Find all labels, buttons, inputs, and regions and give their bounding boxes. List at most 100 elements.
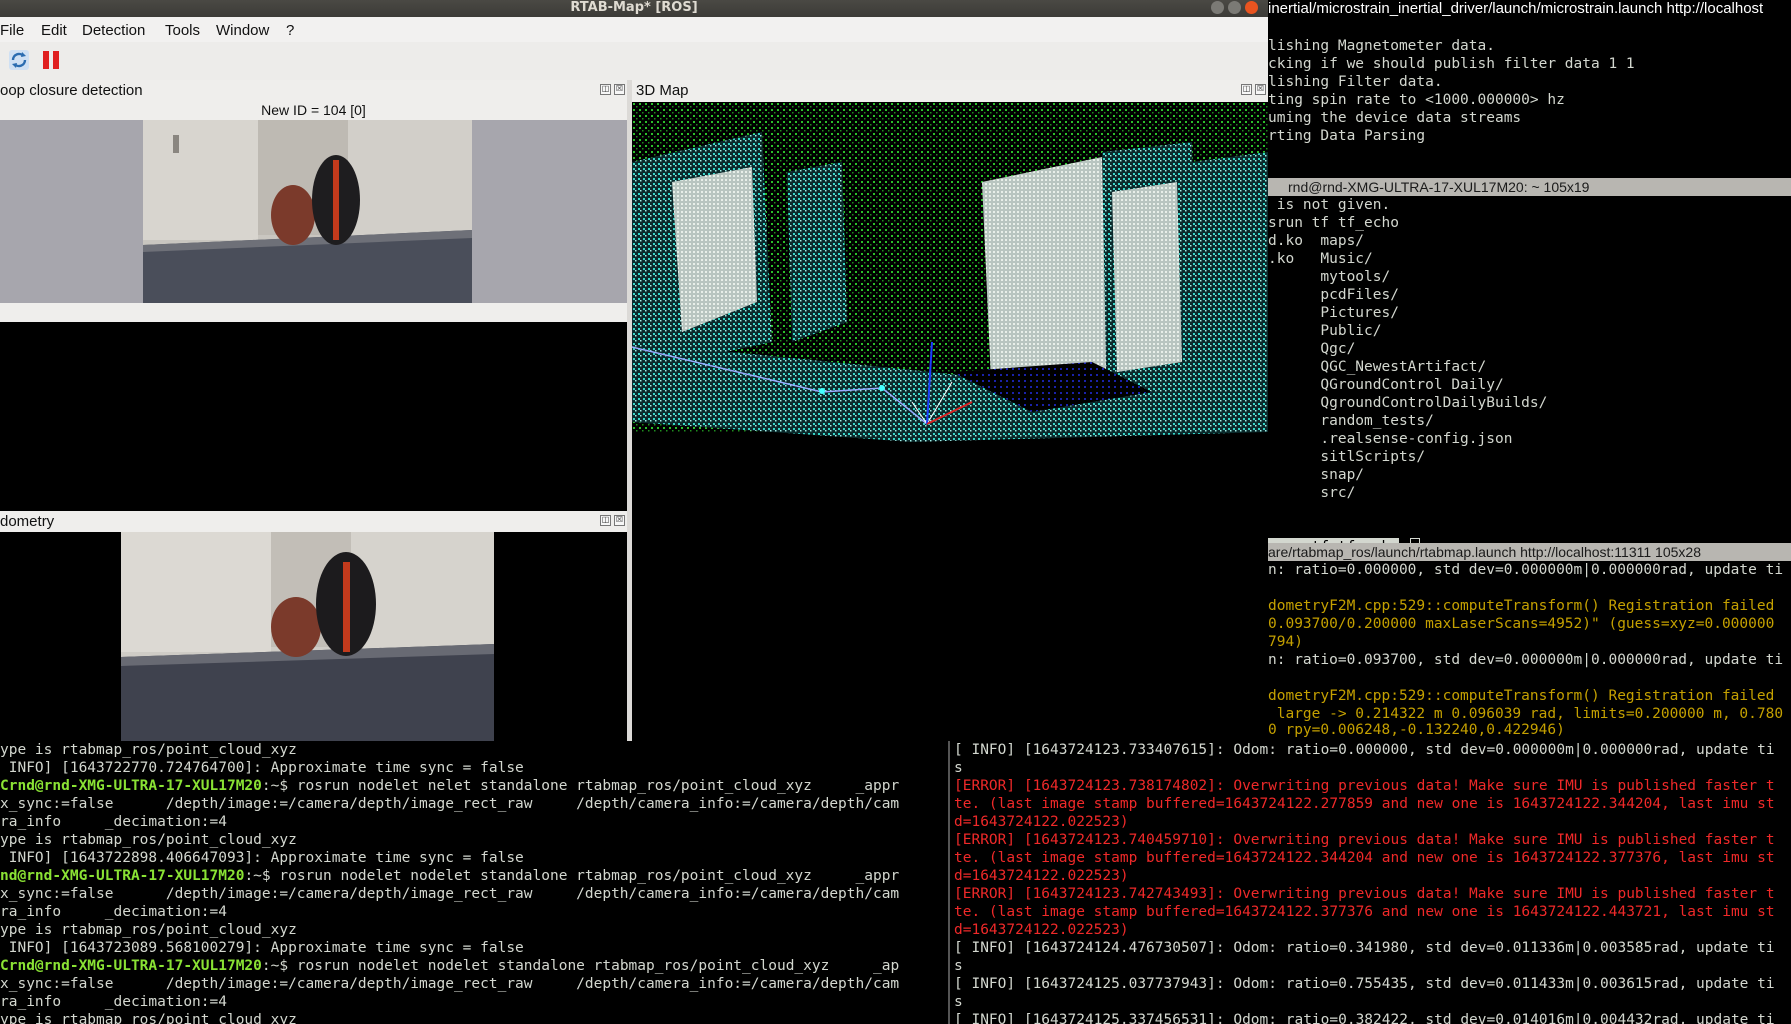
terminal-line: srun tf tf_echo bbox=[1268, 215, 1399, 231]
terminal-line: uming the device data streams bbox=[1268, 110, 1522, 126]
loop-closure-title: oop closure detection bbox=[0, 82, 143, 99]
terminal-line: ype is rtabmap_ros/point_cloud_xyz bbox=[0, 922, 297, 938]
terminal-output-lower: [ INFO] [1643724123.733407615]: Odom: ra… bbox=[948, 741, 1791, 1024]
terminal-line: x_sync:=false /depth/image:=/camera/dept… bbox=[0, 886, 900, 902]
terminal-line: INFO] [1643722898.406647093]: Approximat… bbox=[0, 850, 524, 866]
terminal-line: d=1643724122.022523) bbox=[954, 814, 1129, 830]
terminal-line: [ERROR] [1643724123.738174802]: Overwrit… bbox=[954, 778, 1775, 794]
close-icon[interactable] bbox=[1245, 1, 1258, 14]
terminal-line: n: ratio=0.000000, std dev=0.000000m|0.0… bbox=[1268, 562, 1784, 578]
terminal-title: rnd@rnd-XMG-ULTRA-17-XUL17M20: ~ 105x19 bbox=[1268, 178, 1791, 196]
terminal-line: .realsense-config.json bbox=[1268, 431, 1513, 447]
terminal-line: ting spin rate to <1000.000000> hz bbox=[1268, 92, 1565, 108]
terminal-line: ra_info _decimation:=4 bbox=[0, 994, 227, 1010]
terminal-line: INFO] [1643723089.568100279]: Approximat… bbox=[0, 940, 524, 956]
terminal-line: 0.093700/0.200000 maxLaserScans=4952)" (… bbox=[1268, 616, 1775, 632]
terminal-line: rting Data Parsing bbox=[1268, 128, 1426, 144]
menu-detection[interactable]: Detection bbox=[82, 22, 145, 39]
terminal-line: dometryF2M.cpp:529::computeTransform() R… bbox=[1268, 598, 1775, 614]
terminal-line: snap/ bbox=[1268, 467, 1365, 483]
menu-edit[interactable]: Edit bbox=[41, 22, 67, 39]
rtab-window-titlebar[interactable]: RTAB-Map* [ROS] bbox=[0, 0, 1268, 17]
loop-closure-dock-header: oop closure detection ◫ ☒ bbox=[0, 80, 627, 104]
terminal-home[interactable]: rnd@rnd-XMG-ULTRA-17-XUL17M20: ~ 105x19 … bbox=[1268, 178, 1791, 556]
terminal-line: te. (last image stamp buffered=164372412… bbox=[954, 904, 1775, 920]
map-title: 3D Map bbox=[636, 82, 689, 99]
terminal-line: [ INFO] [1643724125.337456531]: Odom: ra… bbox=[954, 1012, 1775, 1024]
terminal-line: ype is rtabmap_ros/point_cloud_xyz bbox=[0, 742, 297, 758]
terminal-line: lishing Magnetometer data. bbox=[1268, 38, 1495, 54]
menu-bar: File Edit Detection Tools Window ? bbox=[0, 17, 1268, 42]
terminal-title: are/rtabmap_ros/launch/rtabmap.launch ht… bbox=[1268, 543, 1791, 561]
loop-closure-image-view bbox=[0, 120, 627, 303]
dock-float-icon[interactable]: ◫ bbox=[600, 515, 611, 526]
terminal-line: QgroundControlDailyBuilds/ bbox=[1268, 395, 1548, 411]
terminal-line: INFO] [1643722770.724764700]: Approximat… bbox=[0, 760, 524, 776]
terminal-line: cking if we should publish filter data 1… bbox=[1268, 56, 1635, 72]
terminal-line: Public/ bbox=[1268, 323, 1382, 339]
terminal-line: [ INFO] [1643724123.733407615]: Odom: ra… bbox=[954, 742, 1775, 758]
terminal-pointcloud[interactable]: ype is rtabmap_ros/point_cloud_xyz INFO]… bbox=[0, 741, 948, 1024]
terminal-line: [ERROR] [1643724123.740459710]: Overwrit… bbox=[954, 832, 1775, 848]
terminal-line: [ INFO] [1643724124.476730507]: Odom: ra… bbox=[954, 940, 1775, 956]
terminal-line: x_sync:=false /depth/image:=/camera/dept… bbox=[0, 976, 900, 992]
maximize-icon[interactable] bbox=[1228, 1, 1241, 14]
terminal-line: ra_info _decimation:=4 bbox=[0, 904, 227, 920]
terminal-output-upper-end: 0 rpy=0.006248,-0.132240,0.422946) bbox=[1268, 721, 1791, 741]
dock-float-icon[interactable]: ◫ bbox=[600, 84, 611, 95]
terminal-line: [ERROR] [1643724123.742743493]: Overwrit… bbox=[954, 886, 1775, 902]
terminal-line: large -> 0.214322 m 0.096039 rad, limits… bbox=[1268, 706, 1784, 721]
terminal-line: random_tests/ bbox=[1268, 413, 1434, 429]
loop-closure-spacer bbox=[0, 303, 627, 322]
minimize-icon[interactable] bbox=[1211, 1, 1224, 14]
terminal-line: d=1643724122.022523) bbox=[954, 868, 1129, 884]
terminal-line: pcdFiles/ bbox=[1268, 287, 1399, 303]
terminal-line: Crnd@rnd-XMG-ULTRA-17-XUL17M20:~$ rosrun… bbox=[0, 958, 900, 974]
refresh-icon[interactable] bbox=[8, 49, 30, 71]
terminal-line: Pictures/ bbox=[1268, 305, 1399, 321]
dock-close-icon[interactable]: ☒ bbox=[614, 84, 625, 95]
terminal-line: [ INFO] [1643724125.037737943]: Odom: ra… bbox=[954, 976, 1775, 992]
terminal-line: is not given. bbox=[1268, 197, 1391, 213]
terminal-line: te. (last image stamp buffered=164372412… bbox=[954, 850, 1775, 866]
map-dock-header: 3D Map ◫ ☒ bbox=[632, 80, 1268, 102]
toolbar bbox=[0, 42, 1268, 81]
menu-help[interactable]: ? bbox=[286, 22, 294, 39]
terminal-output-upper: n: ratio=0.000000, std dev=0.000000m|0.0… bbox=[1268, 561, 1791, 721]
pause-icon[interactable] bbox=[40, 49, 62, 71]
terminal-line: n: ratio=0.093700, std dev=0.000000m|0.0… bbox=[1268, 652, 1784, 668]
terminal-line: QGC_NewestArtifact/ bbox=[1268, 359, 1487, 375]
terminal-line: mytools/ bbox=[1268, 269, 1391, 285]
menu-file[interactable]: File bbox=[0, 22, 24, 39]
terminal-line: te. (last image stamp buffered=164372412… bbox=[954, 796, 1775, 812]
terminal-line: 0 rpy=0.006248,-0.132240,0.422946) bbox=[1268, 722, 1565, 738]
terminal-line: sitlScripts/ bbox=[1268, 449, 1426, 465]
terminal-line: x_sync:=false /depth/image:=/camera/dept… bbox=[0, 796, 900, 812]
terminal-microstrain[interactable]: inertial/microstrain_inertial_driver/lau… bbox=[1268, 0, 1791, 178]
terminal-line: s bbox=[954, 760, 963, 776]
terminal-line: nd@rnd-XMG-ULTRA-17-XUL17M20:~$ rosrun n… bbox=[0, 868, 900, 884]
odometry-title: dometry bbox=[0, 513, 55, 530]
window-controls bbox=[1211, 1, 1267, 15]
terminal-line: Crnd@rnd-XMG-ULTRA-17-XUL17M20:~$ rosrun… bbox=[0, 778, 900, 794]
dock-close-icon[interactable]: ☒ bbox=[614, 515, 625, 526]
new-id-label: New ID = 104 [0] bbox=[261, 102, 366, 118]
terminal-line: Qgc/ bbox=[1268, 341, 1356, 357]
menu-tools[interactable]: Tools bbox=[165, 22, 200, 39]
terminal-line: ype is rtabmap_ros/point_cloud_xyz bbox=[0, 832, 297, 848]
terminal-line: d.ko maps/ bbox=[1268, 233, 1365, 249]
camera-image-odometry bbox=[121, 532, 494, 741]
terminal-line: d=1643724122.022523) bbox=[954, 922, 1129, 938]
terminal-line: lishing Filter data. bbox=[1268, 74, 1443, 90]
terminal-line: ra_info _decimation:=4 bbox=[0, 814, 227, 830]
terminal-line: .ko Music/ bbox=[1268, 251, 1373, 267]
terminal-line: QGroundControl Daily/ bbox=[1268, 377, 1504, 393]
menu-window[interactable]: Window bbox=[216, 22, 269, 39]
terminal-line: s bbox=[954, 994, 963, 1010]
terminal-rtabmap-launch[interactable]: are/rtabmap_ros/launch/rtabmap.launch ht… bbox=[948, 543, 1791, 1024]
dock-float-icon[interactable]: ◫ bbox=[1241, 84, 1252, 95]
dock-close-icon[interactable]: ☒ bbox=[1255, 84, 1266, 95]
terminal-line: src/ bbox=[1268, 485, 1356, 501]
terminal-line: dometryF2M.cpp:529::computeTransform() R… bbox=[1268, 688, 1775, 704]
odometry-image-view bbox=[0, 532, 627, 741]
